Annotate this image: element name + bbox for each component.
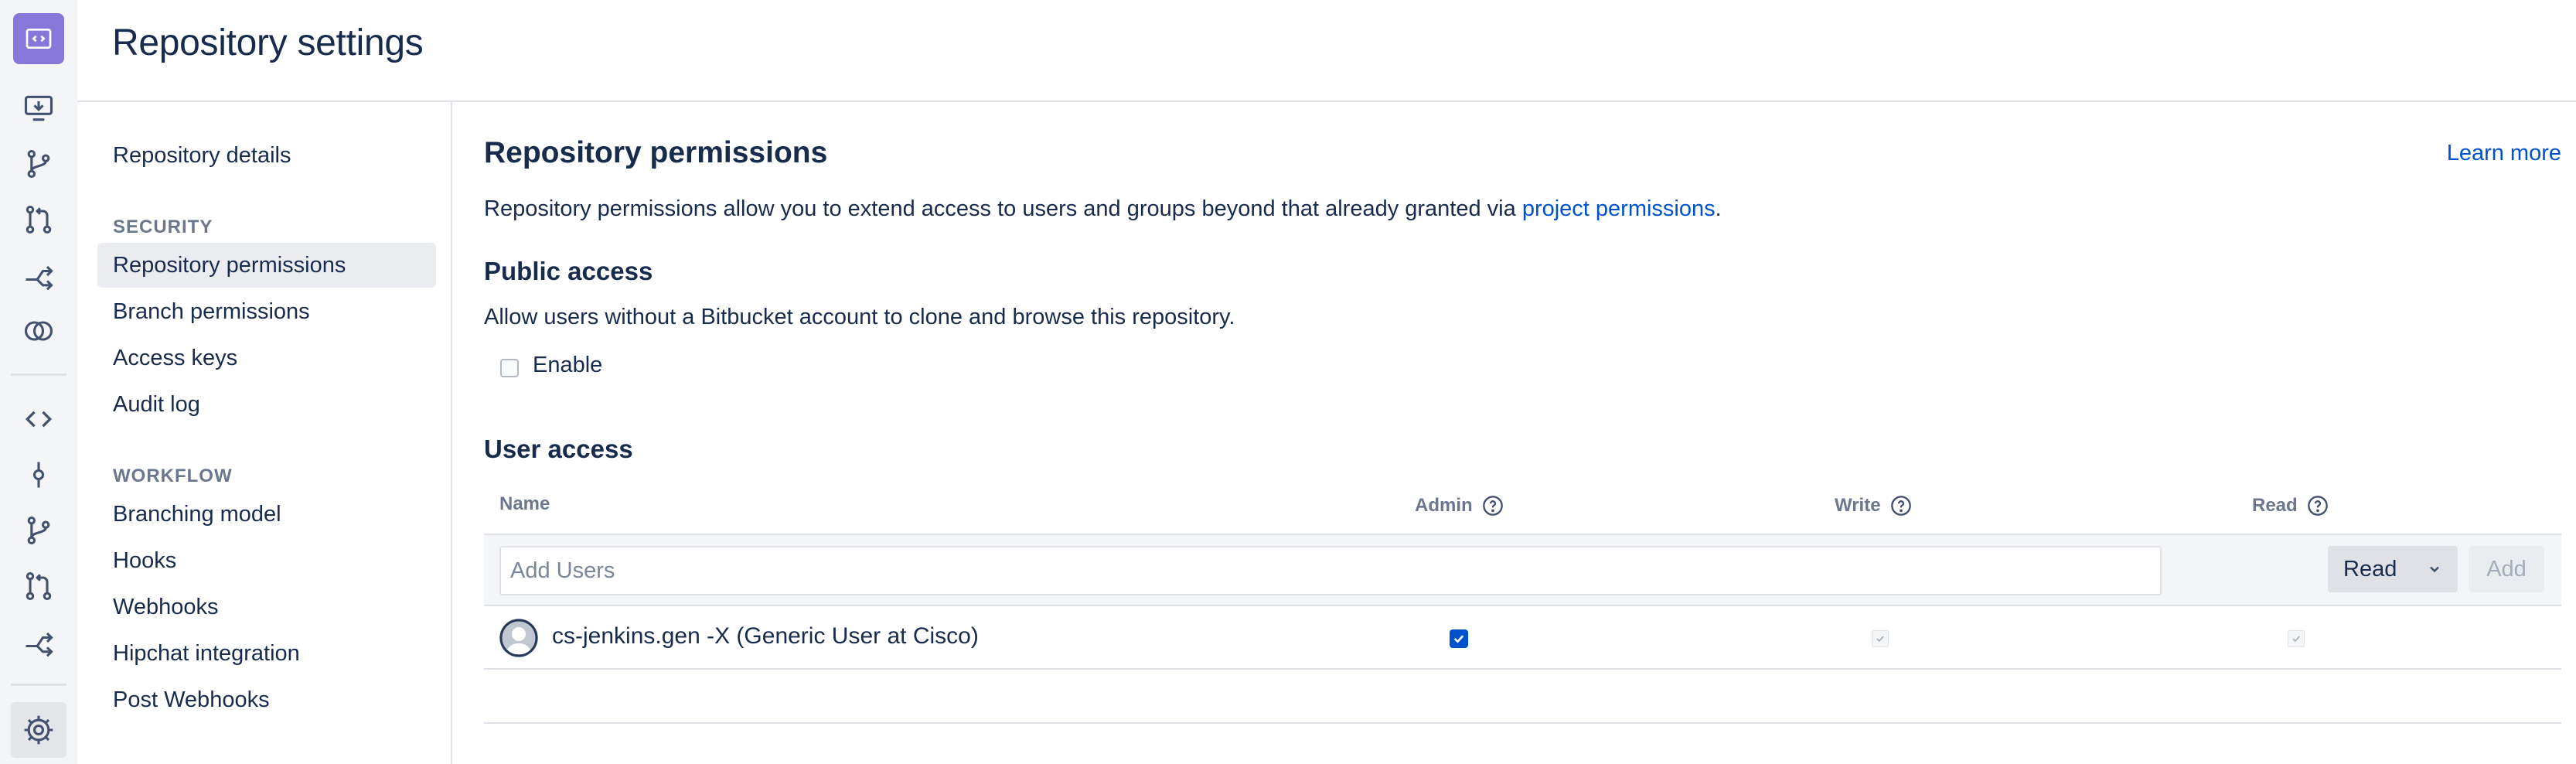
sidebar-item-repository-permissions[interactable]: Repository permissions <box>97 243 436 288</box>
sidebar-item-hooks[interactable]: Hooks <box>97 538 436 583</box>
sidebar-item-access-keys[interactable]: Access keys <box>97 336 436 380</box>
global-sidebar <box>0 0 77 764</box>
sidebar-item-hipchat-integration[interactable]: Hipchat integration <box>97 631 436 676</box>
clone-icon[interactable] <box>11 80 66 136</box>
source-icon[interactable] <box>11 391 66 447</box>
forks-icon[interactable] <box>11 614 66 670</box>
pull-requests-icon[interactable] <box>11 558 66 614</box>
add-button[interactable]: Add <box>2469 546 2544 592</box>
column-write-label: Write <box>1835 495 1881 516</box>
rail-divider <box>11 373 66 376</box>
permission-select-value: Read <box>2343 556 2397 582</box>
add-users-input[interactable] <box>499 546 2162 595</box>
sidebar-item-webhooks[interactable]: Webhooks <box>97 585 436 629</box>
admin-permission-checkbox[interactable] <box>1450 629 1468 648</box>
column-header-admin: Admin <box>1415 495 1504 517</box>
user-avatar-icon <box>499 619 538 657</box>
public-access-heading: Public access <box>484 257 653 285</box>
sidebar-heading-security: SECURITY <box>113 217 213 237</box>
check-icon <box>2292 636 2300 643</box>
enable-label: Enable <box>533 353 603 377</box>
public-access-enable-checkbox[interactable] <box>500 359 519 377</box>
commits-icon[interactable] <box>11 447 66 503</box>
description-suffix: . <box>1715 196 1722 221</box>
help-icon[interactable] <box>2307 495 2329 517</box>
column-name-label: Name <box>499 493 550 514</box>
table-footer-divider <box>484 722 2561 724</box>
repository-logo-icon[interactable] <box>13 13 64 64</box>
avatar <box>499 619 538 657</box>
permission-select[interactable]: Read <box>2328 546 2458 592</box>
permissions-description: Repository permissions allow you to exte… <box>484 196 1722 222</box>
branches-icon[interactable] <box>11 136 66 192</box>
read-permission-checkbox <box>2288 630 2305 647</box>
column-header-name: Name <box>499 493 550 515</box>
settings-sidebar: Repository details SECURITY Repository p… <box>77 102 451 764</box>
add-users-row: Read Add <box>484 534 2561 606</box>
branches-icon[interactable] <box>11 503 66 558</box>
write-permission-checkbox <box>1872 630 1889 647</box>
description-text: Repository permissions allow you to exte… <box>484 196 1522 221</box>
learn-more-link[interactable]: Learn more <box>2447 141 2561 166</box>
column-header-write: Write <box>1835 495 1912 517</box>
compare-icon[interactable] <box>11 303 66 359</box>
sidebar-item-audit-log[interactable]: Audit log <box>97 382 436 427</box>
sidebar-item-branch-permissions[interactable]: Branch permissions <box>97 289 436 334</box>
table-row: cs-jenkins.gen -X (Generic User at Cisco… <box>484 606 2561 670</box>
column-read-label: Read <box>2252 495 2298 516</box>
rail-divider <box>11 684 66 686</box>
forks-icon[interactable] <box>11 247 66 303</box>
user-name: cs-jenkins.gen -X (Generic User at Cisco… <box>552 623 979 649</box>
sidebar-item-post-webhooks[interactable]: Post Webhooks <box>97 677 436 722</box>
sidebar-heading-workflow: WORKFLOW <box>113 466 233 486</box>
column-admin-label: Admin <box>1415 495 1473 516</box>
main-content: Repository permissions Learn more Reposi… <box>452 102 2576 764</box>
pull-requests-icon[interactable] <box>11 192 66 247</box>
sidebar-item-repository-details[interactable]: Repository details <box>97 133 436 178</box>
section-title: Repository permissions <box>484 136 828 169</box>
help-icon[interactable] <box>1482 495 1504 517</box>
check-icon <box>1453 635 1464 643</box>
help-icon[interactable] <box>1890 495 1912 517</box>
user-access-heading: User access <box>484 435 633 463</box>
project-permissions-link[interactable]: project permissions <box>1522 196 1716 221</box>
check-icon <box>1876 636 1884 643</box>
page-title: Repository settings <box>112 22 424 63</box>
chevron-down-icon <box>2430 566 2439 573</box>
settings-icon[interactable] <box>11 702 66 758</box>
public-access-description: Allow users without a Bitbucket account … <box>484 305 1235 329</box>
column-header-read: Read <box>2252 495 2329 517</box>
sidebar-item-branching-model[interactable]: Branching model <box>97 492 436 537</box>
